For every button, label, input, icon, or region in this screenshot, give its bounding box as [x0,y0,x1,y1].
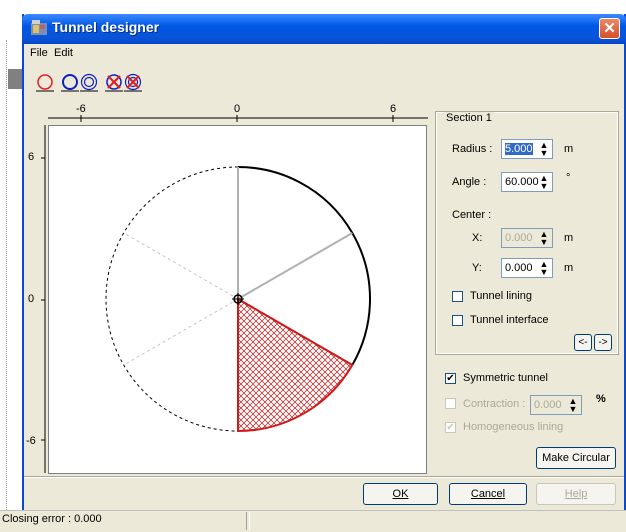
delete-all-icon[interactable] [124,72,142,92]
tunnel-canvas[interactable] [48,125,427,474]
contraction-checkbox[interactable] [445,398,456,409]
status-divider [246,512,250,530]
help-button[interactable]: Help [536,483,616,505]
horizontal-ruler: -6 0 6 [48,103,428,125]
section-title: Section 1 [444,112,494,124]
spin-arrows-icon[interactable]: ▲ ▼ [537,141,551,158]
mirrored-arc [105,166,239,432]
background-grey-block [8,69,22,89]
symmetric-tunnel-label: Symmetric tunnel [463,372,548,384]
section-radius [237,232,353,300]
center-y-label: Y: [472,262,482,274]
x-tick-label: 6 [390,103,397,115]
homogeneous-lining-checkbox[interactable]: ✔ [445,422,456,433]
radius-unit: m [564,143,574,155]
center-x-spinbox[interactable]: 0.000 ▲ ▼ [501,228,553,248]
background-grid-dots [6,40,8,510]
x-tick-label: 0 [234,103,241,115]
make-circular-button[interactable]: Make Circular [536,447,616,469]
delete-circle-icon[interactable] [105,72,123,92]
contraction-value[interactable]: 0.000 [534,399,562,411]
mirrored-radius [123,232,239,300]
angle-spinbox[interactable]: 60.000 ▲ ▼ [501,172,553,192]
tunnel-interface-label: Tunnel interface [470,314,549,326]
contraction-label: Contraction : [463,398,526,410]
mirrored-radius [123,298,239,366]
spin-arrows-icon[interactable]: ▲ ▼ [537,230,551,247]
next-section-button[interactable]: -> [594,334,612,351]
center-x-unit: m [564,232,574,244]
radius-spinbox[interactable]: 5.000 ▲ ▼ [501,139,553,159]
tunnel-lining-label: Tunnel lining [470,290,532,302]
menu-edit[interactable]: Edit [54,47,73,59]
window-title: Tunnel designer [52,19,160,35]
ok-button[interactable]: OK [363,483,438,505]
center-label: Center : [452,209,492,221]
selected-section [237,297,354,433]
app-icon [30,20,48,36]
menu-file[interactable]: File [30,47,48,59]
homogeneous-lining-label: Homogeneous lining [463,421,564,433]
closing-error-status: Closing error : 0.000 [2,513,102,525]
prev-section-button[interactable]: <- [574,334,592,351]
radius-value[interactable]: 5.000 [505,143,533,155]
red-circle-icon[interactable] [36,72,54,92]
y-tick-label: 6 [28,151,35,163]
symmetric-tunnel-checkbox[interactable]: ✔ [445,373,456,384]
tunnel-lining-checkbox[interactable] [452,291,463,302]
y-tick-label: -6 [26,435,36,447]
radius-label: Radius : [452,143,493,155]
angle-label: Angle : [452,176,487,188]
separator [24,476,624,478]
center-y-unit: m [564,262,574,274]
spin-arrows-icon[interactable]: ▲ ▼ [537,260,551,277]
spin-arrows-icon[interactable]: ▲ ▼ [566,397,580,414]
angle-value[interactable]: 60.000 [505,176,539,188]
center-x-value[interactable]: 0.000 [505,232,533,244]
spin-arrows-icon[interactable]: ▲ ▼ [537,174,551,191]
close-button[interactable]: ✕ [599,18,620,39]
contraction-spinbox[interactable]: 0.000 ▲ ▼ [530,395,582,415]
angle-unit: ° [566,172,571,184]
background-app-top [0,0,626,13]
cancel-button[interactable]: Cancel [449,483,527,505]
x-tick-label: -6 [76,103,86,115]
blue-circle-icon[interactable] [61,72,79,92]
tunnel-interface-checkbox[interactable] [452,315,463,326]
double-circle-icon[interactable] [80,72,98,92]
center-y-spinbox[interactable]: 0.000 ▲ ▼ [501,258,553,278]
center-y-value[interactable]: 0.000 [505,262,533,274]
contraction-unit: % [596,393,606,405]
center-x-label: X: [472,232,483,244]
y-tick-label: 0 [28,293,35,305]
vertical-ruler: 6 0 -6 [26,125,46,473]
